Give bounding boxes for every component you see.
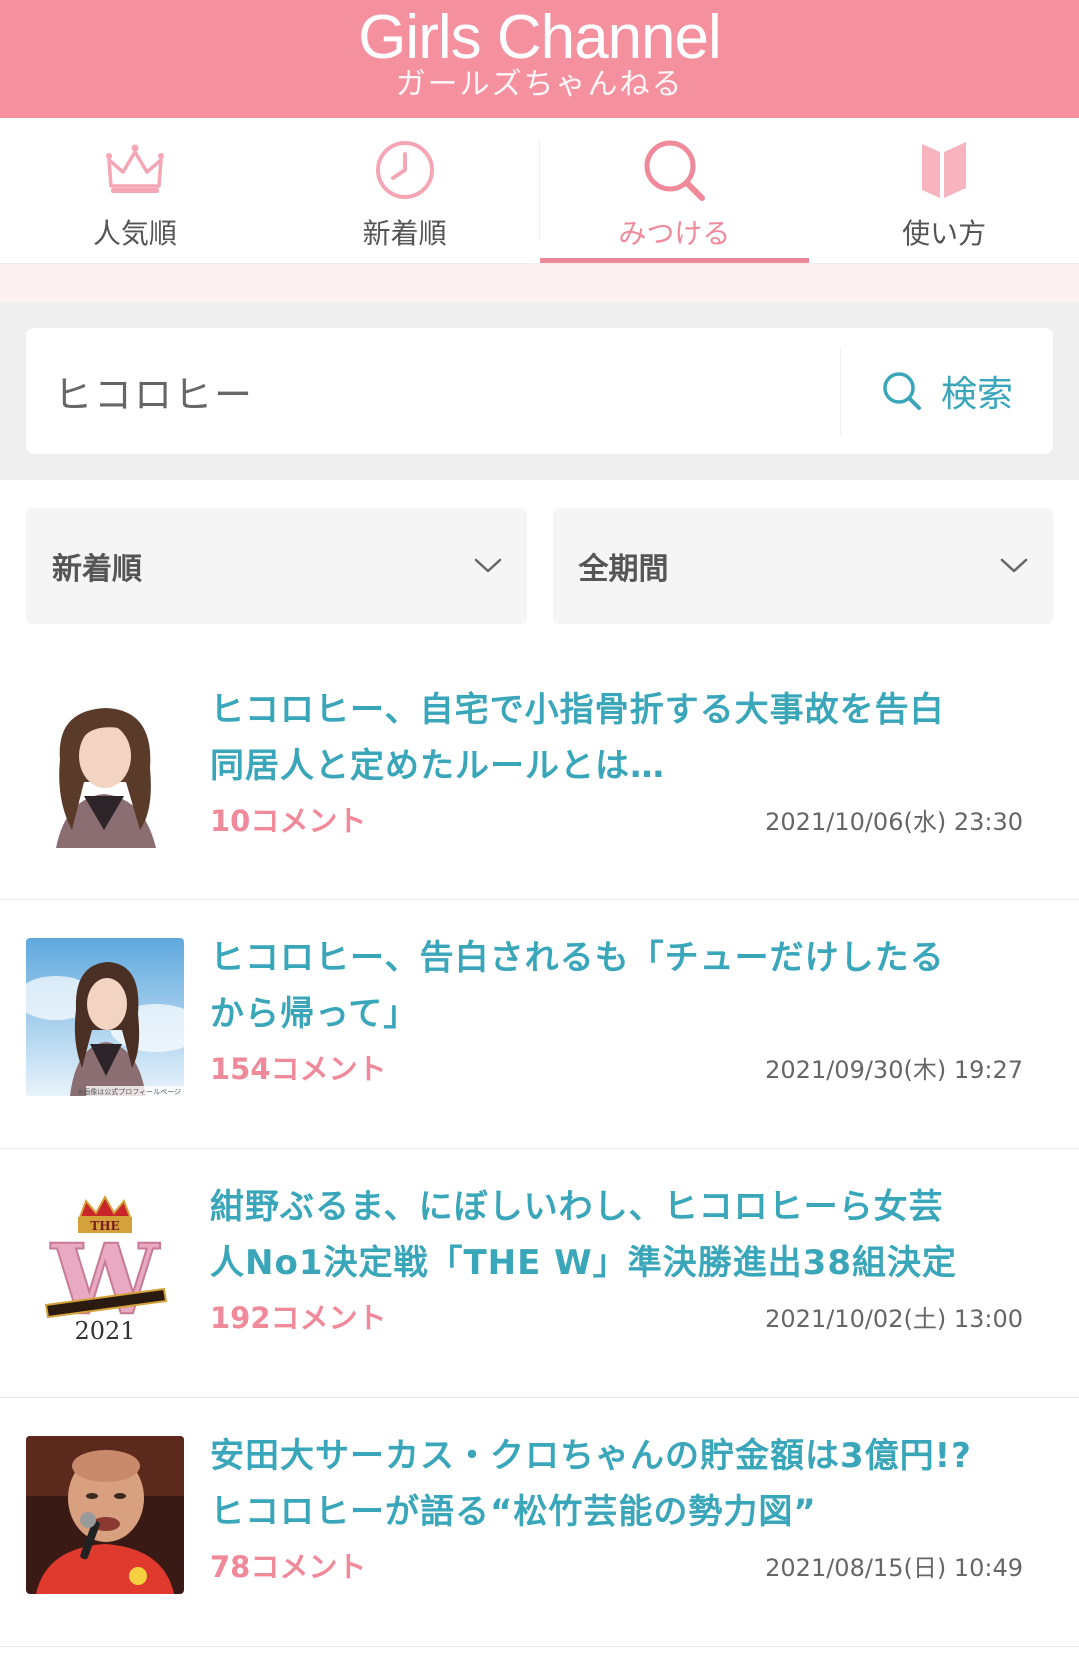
article-thumbnail[interactable] bbox=[26, 1436, 184, 1594]
search-icon bbox=[883, 372, 921, 410]
filters: 新着順 全期間 bbox=[0, 480, 1079, 624]
site-header: Girls Channel ガールズちゃんねる bbox=[0, 0, 1079, 118]
sort-select[interactable]: 新着順 bbox=[26, 508, 527, 624]
article-title[interactable]: ヒコロヒー、告白されるも「チューだけしたる から帰って」 bbox=[210, 930, 1037, 1042]
sort-select-value: 新着順 bbox=[52, 552, 142, 587]
tab-newest[interactable]: 新着順 bbox=[270, 118, 540, 263]
article-date: 2021/08/15(日) 10:49 bbox=[765, 1553, 1023, 1582]
article-title-line: ヒコロヒー、告白されるも「チューだけしたる bbox=[210, 938, 945, 978]
site-logo-subtitle: ガールズちゃんねる bbox=[395, 67, 684, 102]
list-item[interactable]: ヒコロヒー、自宅で小指骨折する大事故を告白 同居人と定めたルールとは… 10コメ… bbox=[0, 668, 1079, 900]
article-thumbnail[interactable]: ※画像は公式プロフィールページ bbox=[26, 938, 184, 1096]
search-input[interactable] bbox=[26, 328, 840, 454]
nav-band bbox=[0, 264, 1079, 302]
search-button-label: 検索 bbox=[940, 374, 1013, 415]
article-title-line: 紺野ぶるま、にぼしいわし、ヒコロヒーら女芸 bbox=[210, 1187, 944, 1227]
article-title[interactable]: 紺野ぶるま、にぼしいわし、ヒコロヒーら女芸 人No1決定戦「THE W」準決勝進… bbox=[210, 1179, 1037, 1291]
search-area: 検索 bbox=[0, 302, 1079, 480]
comment-count[interactable]: 78コメント bbox=[210, 1544, 366, 1586]
book-icon bbox=[922, 142, 967, 198]
article-body: 安田大サーカス・クロちゃんの貯金額は3億円!? ヒコロヒーが語る“松竹芸能の勢力… bbox=[210, 1428, 1053, 1586]
article-title[interactable]: ヒコロヒー、自宅で小指骨折する大事故を告白 同居人と定めたルールとは… bbox=[210, 682, 1037, 794]
search-box: 検索 bbox=[26, 328, 1053, 454]
tab-popular-label: 人気順 bbox=[92, 217, 177, 250]
tab-find[interactable]: みつける bbox=[539, 118, 810, 263]
list-item[interactable]: THE W 2021 紺野ぶるま、にぼしいわし、ヒコロヒーら女芸 人No1決定戦… bbox=[0, 1149, 1079, 1398]
article-title-line: ヒコロヒーが語る“松竹芸能の勢力図” bbox=[210, 1492, 817, 1532]
tab-popular[interactable]: 人気順 bbox=[0, 118, 270, 263]
article-thumbnail[interactable] bbox=[26, 690, 184, 848]
clock-icon bbox=[375, 141, 434, 199]
article-thumbnail[interactable]: THE W 2021 bbox=[26, 1187, 184, 1345]
article-title-line: ヒコロヒー、自宅で小指骨折する大事故を告白 bbox=[210, 690, 945, 730]
article-date: 2021/10/02(土) 13:00 bbox=[765, 1304, 1023, 1333]
period-select-value: 全期間 bbox=[578, 552, 669, 587]
tab-howto-label: 使い方 bbox=[902, 217, 987, 250]
article-meta: 154コメント 2021/09/30(木) 19:27 bbox=[210, 1046, 1037, 1088]
article-date: 2021/09/30(木) 19:27 bbox=[765, 1055, 1023, 1084]
article-body: 紺野ぶるま、にぼしいわし、ヒコロヒーら女芸 人No1決定戦「THE W」準決勝進… bbox=[210, 1179, 1053, 1337]
list-item[interactable]: 安田大サーカス・クロちゃんの貯金額は3億円!? ヒコロヒーが語る“松竹芸能の勢力… bbox=[0, 1398, 1079, 1647]
tab-howto[interactable]: 使い方 bbox=[809, 118, 1079, 263]
comment-count[interactable]: 154コメント bbox=[210, 1046, 387, 1088]
tab-find-label: みつける bbox=[618, 217, 731, 250]
nav-divider bbox=[539, 140, 540, 240]
article-title-line: 安田大サーカス・クロちゃんの貯金額は3億円!? bbox=[210, 1436, 972, 1476]
search-button[interactable]: 検索 bbox=[841, 365, 1053, 417]
article-title-line: 同居人と定めたルールとは… bbox=[210, 746, 665, 786]
article-body: ヒコロヒー、自宅で小指骨折する大事故を告白 同居人と定めたルールとは… 10コメ… bbox=[210, 682, 1053, 840]
thumbnail-caption: ※画像は公式プロフィールページ bbox=[77, 1087, 181, 1096]
article-title-line: から帰って」 bbox=[210, 994, 419, 1034]
article-meta: 78コメント 2021/08/15(日) 10:49 bbox=[210, 1544, 1037, 1586]
article-body: ヒコロヒー、告白されるも「チューだけしたる から帰って」 154コメント 202… bbox=[210, 930, 1053, 1088]
list-item[interactable]: ※画像は公式プロフィールページ ヒコロヒー、告白されるも「チューだけしたる から… bbox=[0, 900, 1079, 1149]
article-meta: 192コメント 2021/10/02(土) 13:00 bbox=[210, 1295, 1037, 1337]
article-list: ヒコロヒー、自宅で小指骨折する大事故を告白 同居人と定めたルールとは… 10コメ… bbox=[0, 668, 1079, 1647]
search-icon bbox=[644, 140, 706, 201]
main-nav: 人気順 新着順 みつける 使い方 bbox=[0, 118, 1079, 264]
chevron-down-icon bbox=[474, 558, 501, 573]
chevron-down-icon bbox=[1000, 558, 1028, 573]
comment-count[interactable]: 10コメント bbox=[210, 798, 366, 840]
thumbnail-year: 2021 bbox=[74, 1317, 135, 1345]
article-title[interactable]: 安田大サーカス・クロちゃんの貯金額は3億円!? ヒコロヒーが語る“松竹芸能の勢力… bbox=[210, 1428, 1037, 1540]
article-title-line: 人No1決定戦「THE W」準決勝進出38組決定 bbox=[210, 1243, 957, 1283]
tab-newest-label: 新着順 bbox=[362, 217, 447, 250]
article-date: 2021/10/06(水) 23:30 bbox=[765, 807, 1023, 836]
comment-count[interactable]: 192コメント bbox=[210, 1295, 387, 1337]
period-select[interactable]: 全期間 bbox=[552, 508, 1053, 624]
crown-icon bbox=[105, 144, 164, 193]
site-logo[interactable]: Girls Channel bbox=[358, 7, 722, 69]
article-meta: 10コメント 2021/10/06(水) 23:30 bbox=[210, 798, 1037, 840]
